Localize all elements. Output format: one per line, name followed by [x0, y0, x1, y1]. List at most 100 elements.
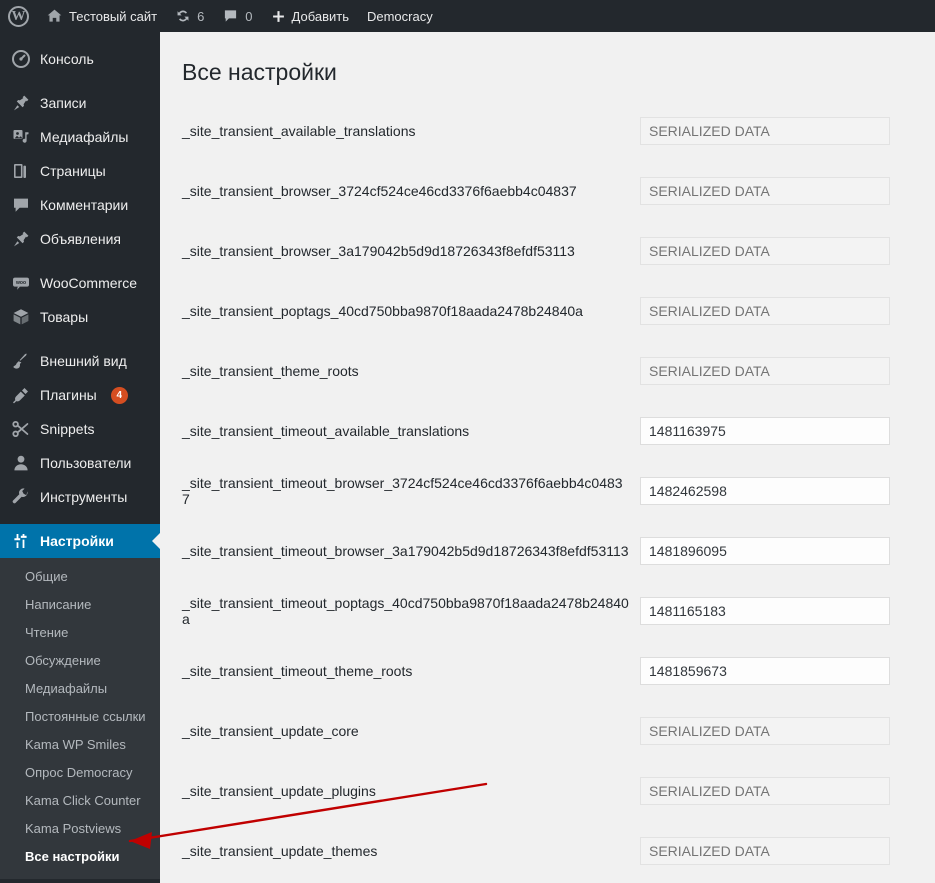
- submenu-item-3[interactable]: Обсуждение: [0, 647, 160, 675]
- sidebar-item-label: Консоль: [40, 51, 94, 67]
- option-value-input[interactable]: [640, 477, 890, 505]
- sidebar-item-12[interactable]: Инструменты: [0, 480, 160, 514]
- submenu-item-6[interactable]: Kama WP Smiles: [0, 731, 160, 759]
- sidebar-item-1[interactable]: Записи: [0, 86, 160, 120]
- sidebar-item-10[interactable]: Snippets: [0, 412, 160, 446]
- sidebar-item-9[interactable]: Плагины 4: [0, 378, 160, 412]
- new-content-menu[interactable]: Добавить: [262, 0, 358, 32]
- submenu-item-0[interactable]: Общие: [0, 563, 160, 591]
- table-row: _site_transient_timeout_browser_3a179042…: [160, 521, 935, 581]
- table-row: _site_transient_theme_roots: [160, 341, 935, 401]
- table-row: _site_transient_update_core: [160, 701, 935, 761]
- home-icon: [46, 8, 63, 24]
- updates-icon: [175, 8, 191, 24]
- admin-bar: W Тестовый сайт 6 0 Добавить Democracy: [0, 0, 935, 32]
- wp-admin-screen: W Тестовый сайт 6 0 Добавить Democracy К…: [0, 0, 935, 883]
- admin-sidebar-menu: Консоль Записи Медиафайлы Страницы Комментар…: [0, 32, 160, 883]
- option-name-label: _site_transient_update_themes: [182, 843, 378, 859]
- sidebar-item-4[interactable]: Комментарии: [0, 188, 160, 222]
- sidebar-item-label: WooCommerce: [40, 275, 137, 291]
- democracy-label: Democracy: [366, 8, 433, 24]
- sidebar-item-2[interactable]: Медиафайлы: [0, 120, 160, 154]
- option-value-input[interactable]: [640, 357, 890, 385]
- table-row: _site_transient_browser_3a179042b5d9d187…: [160, 221, 935, 281]
- submenu-item-4[interactable]: Медиафайлы: [0, 675, 160, 703]
- all-settings-rows: _site_transient_available_translations _s…: [160, 101, 935, 881]
- option-value-cell: [640, 641, 935, 701]
- option-value-cell: [640, 521, 935, 581]
- submenu-item-1[interactable]: Написание: [0, 591, 160, 619]
- option-value-input[interactable]: [640, 537, 890, 565]
- all-settings-table: _site_transient_available_translations _s…: [160, 101, 935, 881]
- submenu-item-7[interactable]: Опрос Democracy: [0, 759, 160, 787]
- option-value-input[interactable]: [640, 597, 890, 625]
- sidebar-item-label: Инструменты: [40, 489, 128, 505]
- wordpress-logo-menu[interactable]: W: [0, 0, 37, 32]
- sidebar-item-8[interactable]: Внешний вид: [0, 344, 160, 378]
- table-row: _site_transient_browser_3724cf524ce46cd3…: [160, 161, 935, 221]
- plug-icon: [11, 385, 31, 405]
- comment-icon: [11, 195, 31, 215]
- option-name-label: _site_transient_poptags_40cd750bba9870f1…: [182, 303, 583, 319]
- menu-top-spacer: [0, 32, 160, 42]
- option-name-label: _site_transient_timeout_available_transl…: [182, 423, 470, 439]
- option-value-input[interactable]: [640, 237, 890, 265]
- table-row: _site_transient_timeout_browser_3724cf52…: [160, 461, 935, 521]
- option-value-cell: [640, 221, 935, 281]
- option-value-input[interactable]: [640, 657, 890, 685]
- sidebar-item-label: Внешний вид: [40, 353, 127, 369]
- site-name-menu[interactable]: Тестовый сайт: [37, 0, 166, 32]
- option-value-input[interactable]: [640, 837, 890, 865]
- comments-menu[interactable]: 0: [213, 0, 261, 32]
- update-count-badge: 4: [110, 386, 128, 404]
- option-name-label: _site_transient_timeout_poptags_40cd750b…: [182, 595, 629, 627]
- option-name-label: _site_transient_timeout_browser_3724cf52…: [182, 475, 623, 507]
- option-name-label: _site_transient_theme_roots: [182, 363, 359, 379]
- option-value-input[interactable]: [640, 417, 890, 445]
- table-row: _site_transient_poptags_40cd750bba9870f1…: [160, 281, 935, 341]
- option-name-label: _site_transient_timeout_theme_roots: [182, 663, 413, 679]
- option-value-input[interactable]: [640, 777, 890, 805]
- sidebar-item-6[interactable]: woo WooCommerce: [0, 266, 160, 300]
- option-value-input[interactable]: [640, 717, 890, 745]
- sidebar-item-label: Настройки: [40, 533, 114, 549]
- sidebar-item-5[interactable]: Объявления: [0, 222, 160, 256]
- submenu-item-8[interactable]: Kama Click Counter: [0, 787, 160, 815]
- option-name-label: _site_transient_browser_3724cf524ce46cd3…: [182, 183, 577, 199]
- option-value-input[interactable]: [640, 297, 890, 325]
- sidebar-item-label: Snippets: [40, 421, 95, 437]
- option-value-input[interactable]: [640, 117, 890, 145]
- option-value-cell: [640, 341, 935, 401]
- wordpress-logo-icon: W: [8, 5, 29, 27]
- option-name-label: _site_transient_timeout_browser_3a179042…: [182, 543, 629, 559]
- updates-menu[interactable]: 6: [166, 0, 213, 32]
- sidebar-item-11[interactable]: Пользователи: [0, 446, 160, 480]
- option-value-input[interactable]: [640, 177, 890, 205]
- option-value-cell: [640, 581, 935, 641]
- sidebar-item-label: Записи: [40, 95, 87, 111]
- sidebar-item-13[interactable]: Настройки: [0, 524, 160, 558]
- pin-icon: [11, 93, 31, 113]
- menu-separator: [0, 76, 160, 86]
- sidebar-item-label: Страницы: [40, 163, 106, 179]
- page-icon: [11, 161, 31, 181]
- option-value-cell: [640, 761, 935, 821]
- user-icon: [11, 453, 31, 473]
- democracy-menu[interactable]: Democracy: [358, 0, 442, 32]
- settings-submenu: Общие Написание Чтение Обсуждение Медиафайлы…: [0, 558, 160, 879]
- option-name-label: _site_transient_update_core: [182, 723, 359, 739]
- submenu-item-2[interactable]: Чтение: [0, 619, 160, 647]
- sidebar-item-0[interactable]: Консоль: [0, 42, 160, 76]
- menu-top-list: Консоль Записи Медиафайлы Страницы Комментар…: [0, 42, 160, 558]
- submenu-item-9[interactable]: Kama Postviews: [0, 815, 160, 843]
- site-name-label: Тестовый сайт: [69, 8, 158, 24]
- table-row: _site_transient_timeout_theme_roots: [160, 641, 935, 701]
- wrench-icon: [11, 487, 31, 507]
- updates-count: 6: [197, 8, 205, 24]
- comments-count: 0: [245, 8, 253, 24]
- submenu-item-5[interactable]: Постоянные ссылки: [0, 703, 160, 731]
- option-name-label: _site_transient_update_plugins: [182, 783, 376, 799]
- submenu-item-10[interactable]: Все настройки: [0, 843, 160, 871]
- sidebar-item-3[interactable]: Страницы: [0, 154, 160, 188]
- sidebar-item-7[interactable]: Товары: [0, 300, 160, 334]
